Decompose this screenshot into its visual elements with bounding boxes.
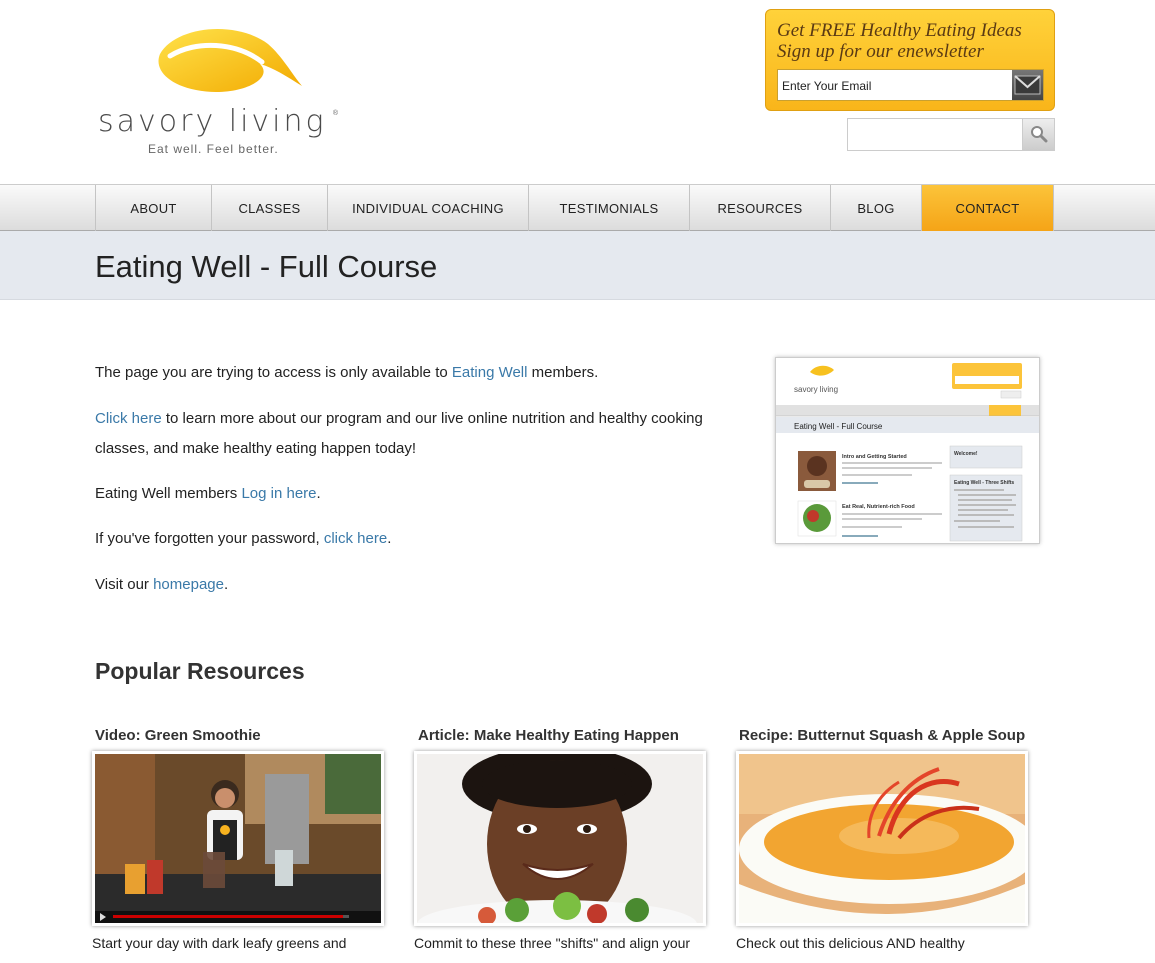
access-message: The page you are trying to access is onl… [95, 358, 755, 388]
search-icon [1031, 126, 1048, 143]
login-text: Eating Well members [95, 485, 242, 502]
resource-video-thumbnail[interactable] [92, 751, 384, 926]
learn-more-message: Click here to learn more about our progr… [95, 404, 755, 464]
preview-item-eat-real: Eat Real, Nutrient-rich Food [842, 504, 915, 510]
forgot-password-message: If you've forgotten your password, click… [95, 524, 755, 554]
preview-title: Eating Well - Full Course [794, 422, 883, 431]
preview-welcome: Welcome! [954, 451, 978, 457]
nav-item-blog[interactable]: BLOG [831, 185, 922, 231]
preview-logo-text: savory living [794, 385, 838, 394]
nav-item-resources[interactable]: RESOURCES [690, 185, 831, 231]
newsletter-title-line2: Sign up for our enewsletter [777, 41, 984, 62]
resource-desc-video: Start your day with dark leafy greens an… [92, 935, 347, 951]
homepage-link[interactable]: homepage [153, 576, 224, 593]
resource-recipe-thumbnail[interactable] [736, 751, 1028, 926]
nav-item-testimonials[interactable]: TESTIMONIALS [529, 185, 690, 231]
forgot-text: If you've forgotten your password, [95, 530, 324, 547]
search-button[interactable] [1022, 119, 1054, 150]
newsletter-title: Get FREE Healthy Eating Ideas Sign up fo… [777, 20, 1047, 62]
login-message: Eating Well members Log in here. [95, 479, 755, 509]
butternut-squash-soup-image [739, 754, 1025, 923]
logo-registered: ® [332, 110, 338, 117]
site-logo[interactable]: savory living ® Eat well. Feel better. [98, 24, 338, 159]
course-preview-image[interactable]: savory living Eating Well - Full Course … [775, 357, 1040, 544]
preview-item-intro: Intro and Getting Started [842, 454, 907, 460]
nav-items: ABOUT CLASSES INDIVIDUAL COACHING TESTIM… [95, 185, 1054, 231]
click-here-link[interactable]: Click here [95, 410, 162, 427]
resource-title-recipe[interactable]: Recipe: Butternut Squash & Apple Soup [739, 727, 1025, 744]
envelope-icon [1014, 75, 1041, 95]
leaf-logo-icon [158, 29, 302, 92]
page-title: Eating Well - Full Course [95, 249, 438, 284]
logo-tagline: Eat well. Feel better. [148, 142, 279, 156]
email-field[interactable]: Enter Your Email [777, 69, 1044, 101]
access-text-end: members. [527, 364, 599, 381]
logo-name: savory living [98, 104, 327, 139]
newsletter-title-line1: Get FREE Healthy Eating Ideas [777, 20, 1022, 41]
newsletter-signup: Get FREE Healthy Eating Ideas Sign up fo… [765, 9, 1055, 111]
search-input[interactable] [847, 118, 1055, 151]
forgot-password-link[interactable]: click here [324, 530, 387, 547]
login-link[interactable]: Log in here [241, 485, 316, 502]
course-preview-screenshot: savory living Eating Well - Full Course … [776, 358, 1039, 543]
homepage-text-end: . [224, 576, 229, 593]
healthy-eating-article-image [417, 754, 703, 923]
nav-item-classes[interactable]: CLASSES [212, 185, 328, 231]
site-header: savory living ® Eat well. Feel better. G… [0, 0, 1155, 184]
nav-item-individual-coaching[interactable]: INDIVIDUAL COACHING [328, 185, 529, 231]
nav-item-contact[interactable]: CONTACT [922, 185, 1054, 231]
resource-desc-article: Commit to these three "shifts" and align… [414, 935, 691, 951]
nav-item-about[interactable]: ABOUT [96, 185, 212, 231]
login-text-end: . [316, 485, 321, 502]
main-nav: ABOUT CLASSES INDIVIDUAL COACHING TESTIM… [0, 184, 1155, 231]
title-band: Eating Well - Full Course [0, 231, 1155, 300]
newsletter-submit-button[interactable] [1012, 70, 1043, 100]
preview-shifts: Eating Well - Three Shifts [954, 480, 1014, 486]
forgot-text-end: . [387, 530, 392, 547]
resource-title-article[interactable]: Article: Make Healthy Eating Happen [418, 727, 679, 744]
resource-title-video[interactable]: Video: Green Smoothie [95, 727, 261, 744]
resource-desc-recipe: Check out this delicious AND healthy [736, 935, 965, 951]
homepage-text: Visit our [95, 576, 154, 593]
homepage-message: Visit our homepage. [95, 570, 755, 600]
learn-more-text: to learn more about our program and our … [95, 410, 703, 457]
email-placeholder: Enter Your Email [782, 79, 872, 93]
resource-article-thumbnail[interactable] [414, 751, 706, 926]
popular-resources-heading: Popular Resources [95, 658, 305, 684]
green-smoothie-video-image [95, 754, 381, 923]
eating-well-link[interactable]: Eating Well [452, 364, 528, 381]
access-text: The page you are trying to access is onl… [95, 364, 452, 381]
